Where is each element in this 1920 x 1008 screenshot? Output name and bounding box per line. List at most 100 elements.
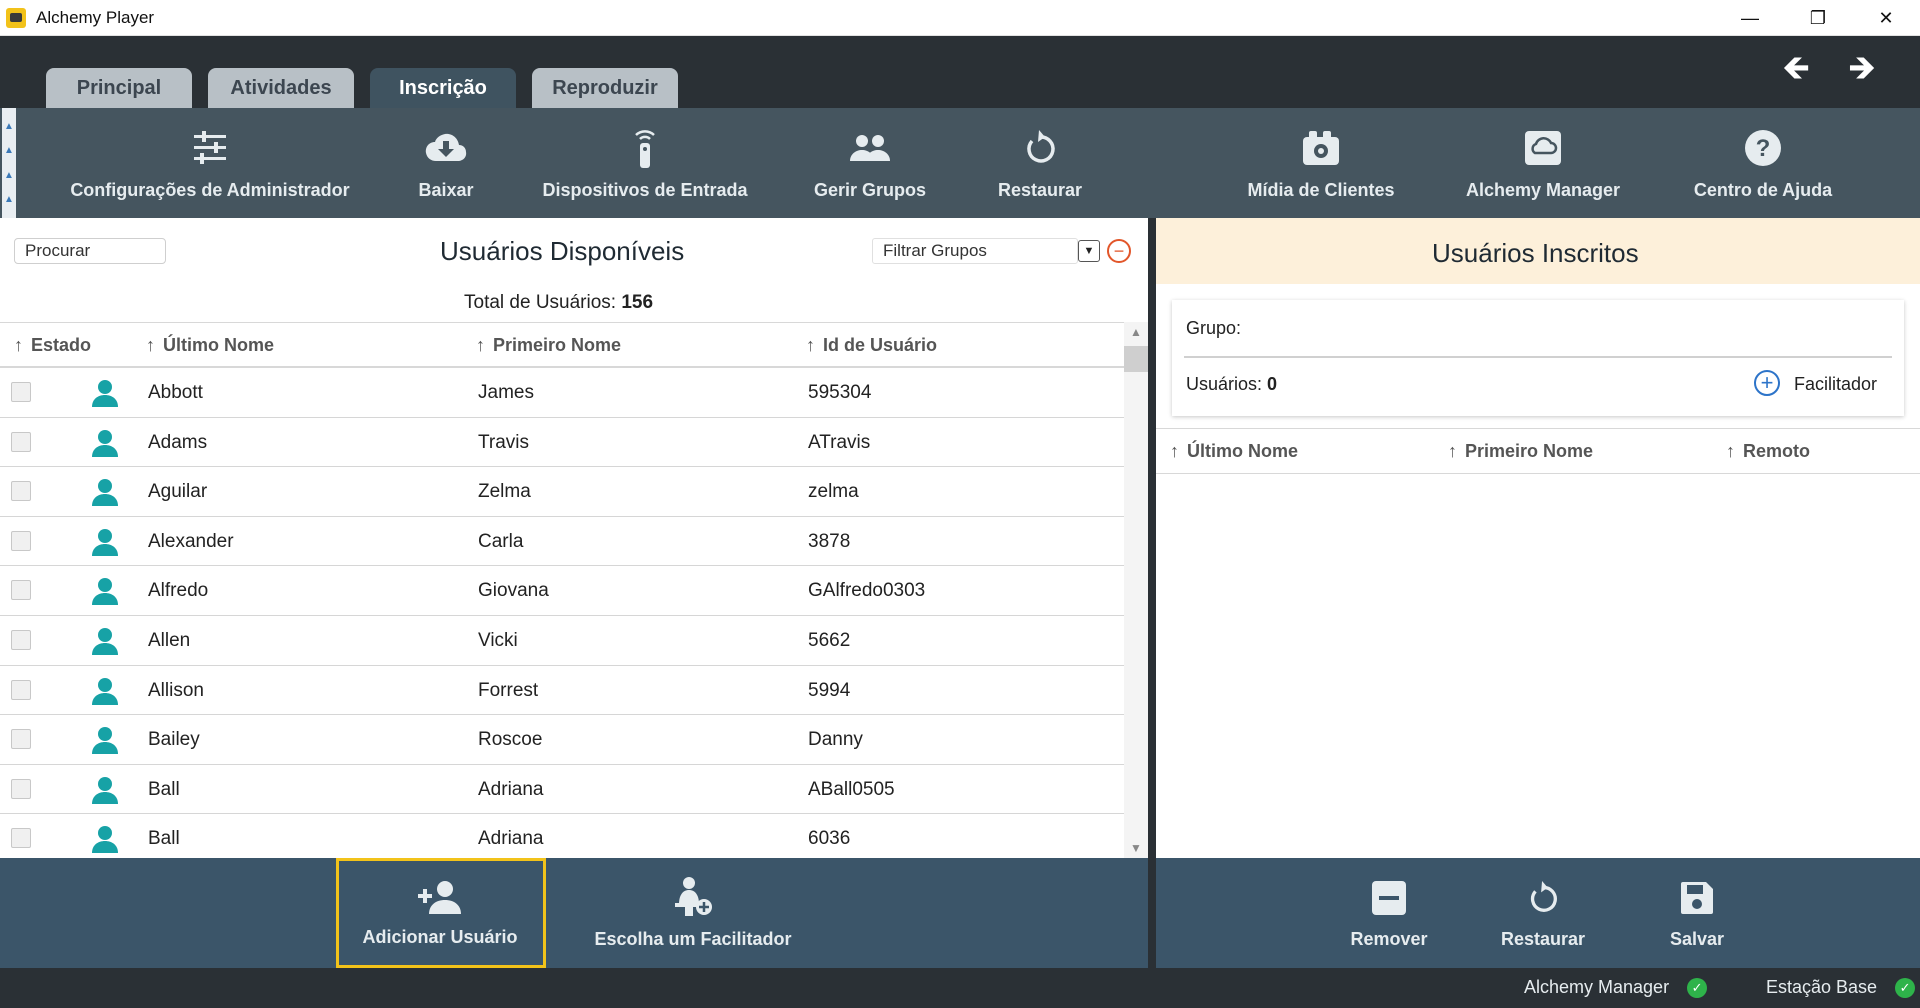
table-row[interactable]: Bailey Roscoe Danny [0, 715, 1124, 765]
minimize-button[interactable]: — [1716, 0, 1784, 36]
cell-user-id: GAlfredo0303 [808, 580, 926, 602]
cell-user-id: ABall0505 [808, 778, 895, 800]
table-row[interactable]: Ball Adriana 6036 [0, 814, 1124, 864]
remove-button[interactable]: Remover [1334, 880, 1444, 950]
table-row[interactable]: Aguilar Zelma zelma [0, 467, 1124, 517]
remote-control-icon [630, 128, 660, 168]
table-scrollbar[interactable]: ▲ ▼ [1124, 322, 1148, 858]
enrolled-users-title: Usuários Inscritos [1432, 238, 1639, 268]
tab-reproduzir[interactable]: Reproduzir [532, 68, 678, 108]
cell-last-name: Ball [148, 828, 180, 850]
status-manager: Alchemy Manager ✓ [1524, 977, 1708, 998]
download-button[interactable]: Baixar [406, 128, 486, 201]
check-icon: ✓ [1687, 977, 1708, 998]
table-row[interactable]: Adams Travis ATravis [0, 418, 1124, 468]
restore-button[interactable]: ❐ [1784, 0, 1852, 36]
cell-last-name: Aguilar [148, 481, 208, 503]
chevron-down-icon[interactable]: ▼ [1078, 240, 1100, 262]
search-input[interactable]: Procurar [14, 238, 166, 264]
scroll-thumb[interactable] [1124, 346, 1148, 372]
status-base-station: Estação Base ✓ [1766, 977, 1916, 998]
table-row[interactable]: Allison Forrest 5994 [0, 666, 1124, 716]
save-button[interactable]: Salvar [1642, 880, 1752, 950]
row-checkbox[interactable] [11, 530, 31, 551]
available-table-header: ↑ Estado ↑ Último Nome ↑ Primeiro Nome ↑ Id … [0, 322, 1124, 368]
window-controls: — ❐ ✕ [1716, 0, 1920, 36]
column-header-state[interactable]: ↑ Estado [14, 335, 91, 356]
row-checkbox[interactable] [11, 778, 31, 799]
user-icon [92, 577, 118, 610]
enrolled-users-panel: Usuários Inscritos Grupo: Usuários: 0 + … [1156, 218, 1920, 858]
row-checkbox[interactable] [11, 679, 31, 700]
cell-last-name: Bailey [148, 729, 200, 751]
admin-settings-button[interactable]: Configurações de Administrador [70, 128, 350, 201]
row-checkbox[interactable] [11, 481, 31, 502]
tab-principal[interactable]: Principal [46, 68, 192, 108]
row-checkbox[interactable] [11, 382, 31, 402]
check-icon: ✓ [1895, 977, 1916, 998]
table-row[interactable]: Alfredo Giovana GAlfredo0303 [0, 566, 1124, 616]
group-divider [1184, 356, 1892, 358]
user-icon [92, 677, 118, 710]
cell-user-id: 5662 [808, 629, 851, 651]
choose-facilitator-button[interactable]: Escolha um Facilitador [594, 876, 792, 950]
back-arrow-icon[interactable]: 🡸 [1776, 49, 1816, 88]
cloud-manager-icon [1523, 128, 1563, 168]
tab-inscricao[interactable]: Inscrição [370, 68, 516, 108]
admin-settings-label: Configurações de Administrador [70, 180, 350, 200]
row-checkbox[interactable] [11, 629, 31, 650]
toolbar-grip[interactable]: ▲ ▲ ▲ ▲ [2, 108, 16, 218]
total-users-value: 156 [621, 292, 654, 313]
enrolled-column-first-name[interactable]: ↑ Primeiro Nome [1448, 441, 1593, 462]
cell-first-name: Travis [478, 431, 530, 453]
remove-icon [1371, 880, 1407, 921]
enrolled-table-header: ↑ Último Nome ↑ Primeiro Nome ↑ Remoto [1156, 428, 1920, 474]
clear-filter-icon[interactable]: − [1107, 239, 1131, 263]
row-checkbox[interactable] [11, 580, 31, 601]
column-header-first-name[interactable]: ↑ Primeiro Nome [476, 335, 621, 356]
tab-atividades[interactable]: Atividades [208, 68, 354, 108]
filter-groups-select[interactable]: Filtrar Grupos [872, 238, 1078, 264]
cell-last-name: Adams [148, 431, 208, 453]
table-row[interactable]: Ball Adriana ABall0505 [0, 765, 1124, 815]
row-checkbox[interactable] [11, 828, 31, 849]
table-row[interactable]: Abbott James 595304 [0, 368, 1124, 418]
cell-user-id: 595304 [808, 382, 872, 403]
forward-arrow-icon[interactable]: 🡺 [1842, 49, 1882, 88]
cell-first-name: Roscoe [478, 729, 543, 751]
cell-user-id: 3878 [808, 530, 851, 552]
enrolled-count-label: Usuários: [1186, 374, 1263, 394]
client-media-button[interactable]: Mídia de Clientes [1246, 128, 1396, 201]
enrolled-column-remote[interactable]: ↑ Remoto [1726, 441, 1810, 462]
status-manager-label: Alchemy Manager [1524, 977, 1670, 997]
column-header-user-id[interactable]: ↑ Id de Usuário [806, 335, 937, 356]
scroll-up-icon[interactable]: ▲ [1124, 322, 1148, 342]
row-checkbox[interactable] [11, 729, 31, 750]
alchemy-manager-button[interactable]: Alchemy Manager [1466, 128, 1620, 201]
enrolled-column-last-name[interactable]: ↑ Último Nome [1170, 441, 1298, 462]
user-icon [92, 627, 118, 660]
help-center-button[interactable]: ? Centro de Ajuda [1690, 128, 1836, 201]
cell-first-name: Giovana [478, 580, 549, 602]
cell-user-id: 6036 [808, 828, 851, 850]
manage-groups-button[interactable]: Gerir Grupos [810, 128, 930, 201]
input-devices-button[interactable]: Dispositivos de Entrada [542, 128, 748, 201]
row-checkbox[interactable] [11, 431, 31, 452]
table-row[interactable]: Alexander Carla 3878 [0, 517, 1124, 567]
user-icon [92, 776, 118, 809]
restore-button-bottom[interactable]: Restaurar [1488, 880, 1598, 950]
window-title: Alchemy Player [36, 7, 155, 27]
close-button[interactable]: ✕ [1852, 0, 1920, 36]
add-user-button[interactable]: Adicionar Usuário [360, 880, 520, 948]
cell-first-name: Adriana [478, 828, 544, 850]
user-icon [92, 379, 118, 412]
scroll-down-icon[interactable]: ▼ [1124, 838, 1148, 858]
group-card: Grupo: Usuários: 0 + Facilitador [1172, 300, 1904, 416]
total-users-label: Total de Usuários: [464, 292, 617, 313]
add-facilitator-icon[interactable]: + [1754, 370, 1780, 396]
column-header-last-name[interactable]: ↑ Último Nome [146, 335, 274, 356]
table-row[interactable]: Allen Vicki 5662 [0, 616, 1124, 666]
facilitator-label[interactable]: Facilitador [1794, 374, 1877, 395]
restore-toolbar-button[interactable]: Restaurar [990, 128, 1090, 201]
user-icon [92, 528, 118, 561]
